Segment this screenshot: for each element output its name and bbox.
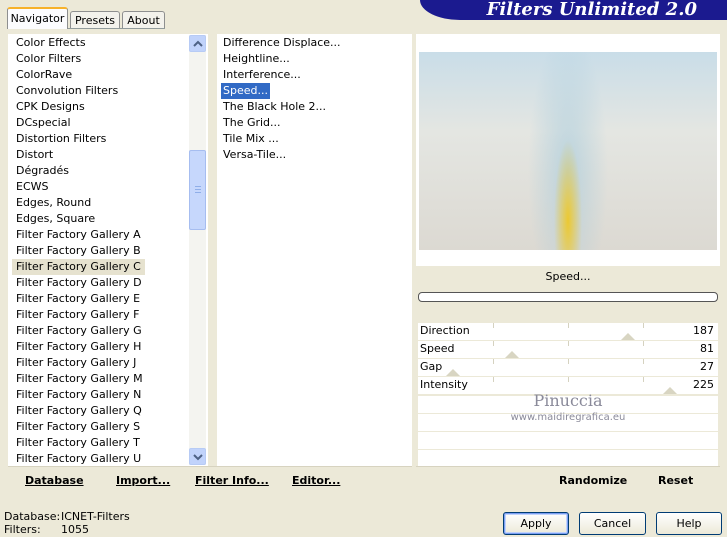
chevron-down-icon: [193, 454, 203, 461]
apply-button[interactable]: Apply: [503, 512, 569, 535]
category-item[interactable]: Filter Factory Gallery H: [16, 339, 141, 355]
watermark-url: www.maidiregrafica.eu: [510, 412, 626, 423]
category-item[interactable]: Color Effects: [16, 35, 86, 51]
filter-item[interactable]: Tile Mix ...: [221, 131, 281, 147]
watermark-name: Pinuccia: [533, 391, 603, 410]
category-item[interactable]: ColorRave: [16, 67, 72, 83]
category-item[interactable]: Distort: [16, 147, 53, 163]
category-item[interactable]: Filter Factory Gallery M: [16, 371, 143, 387]
category-item[interactable]: CPK Designs: [16, 99, 85, 115]
parameter-label: Intensity: [420, 378, 468, 391]
parameter-label: Gap: [420, 360, 443, 373]
filter-item[interactable]: Interference...: [221, 67, 303, 83]
left-button-bar: Database Import... Filter Info... Editor…: [8, 466, 412, 495]
category-item[interactable]: Filter Factory Gallery F: [16, 307, 139, 323]
filter-item[interactable]: Versa-Tile...: [221, 147, 288, 163]
filter-item[interactable]: The Grid...: [221, 115, 283, 131]
status-database: Database: ICNET-Filters: [4, 510, 130, 523]
scroll-up-button[interactable]: [189, 35, 206, 52]
category-item[interactable]: Filter Factory Gallery B: [16, 243, 141, 259]
preview-image: [419, 52, 717, 250]
status-database-label: Database:: [4, 510, 61, 523]
category-item[interactable]: Filter Factory Gallery A: [16, 227, 141, 243]
chevron-up-icon: [193, 40, 203, 47]
editor-button[interactable]: Editor...: [292, 474, 340, 487]
tab-navigator[interactable]: Navigator: [7, 7, 68, 29]
filter-list[interactable]: Difference Displace... Heightline... Inter…: [217, 34, 412, 466]
app-title-banner: Filters Unlimited 2.0: [420, 0, 727, 20]
parameter-value: 225: [693, 378, 714, 391]
category-item[interactable]: Edges, Round: [16, 195, 91, 211]
filter-item[interactable]: Speed...: [221, 83, 270, 99]
tab-presets[interactable]: Presets: [70, 11, 120, 28]
slider-thumb[interactable]: [621, 333, 636, 340]
status-filters-value: 1055: [61, 523, 89, 536]
parameter-label: Speed: [420, 342, 455, 355]
parameter-row[interactable]: Direction 187: [418, 323, 718, 341]
filter-item[interactable]: The Black Hole 2...: [221, 99, 328, 115]
randomize-button[interactable]: Randomize: [559, 474, 627, 487]
filter-info-button[interactable]: Filter Info...: [195, 474, 269, 487]
scroll-down-button[interactable]: [189, 448, 206, 465]
status-filters: Filters: 1055: [4, 523, 89, 536]
category-item[interactable]: Filter Factory Gallery S: [16, 419, 140, 435]
help-button[interactable]: Help: [656, 512, 722, 535]
tab-about[interactable]: About: [122, 11, 165, 28]
parameter-value: 187: [693, 324, 714, 337]
category-list[interactable]: Color Effects Color Filters ColorRave Convo…: [8, 34, 208, 466]
category-item[interactable]: Filter Factory Gallery Q: [16, 403, 142, 419]
scroll-thumb[interactable]: [189, 150, 206, 230]
category-item[interactable]: Filter Factory Gallery N: [16, 387, 141, 403]
category-item[interactable]: Distortion Filters: [16, 131, 106, 147]
right-button-bar: Randomize Reset: [416, 466, 720, 495]
parameter-row[interactable]: Speed 81: [418, 341, 718, 359]
cancel-button[interactable]: Cancel: [579, 512, 646, 535]
category-item[interactable]: Convolution Filters: [16, 83, 118, 99]
category-item[interactable]: Filter Factory Gallery E: [16, 291, 140, 307]
category-item[interactable]: Color Filters: [16, 51, 81, 67]
filter-item[interactable]: Heightline...: [221, 51, 292, 67]
slider-thumb[interactable]: [504, 351, 519, 358]
database-button[interactable]: Database: [25, 474, 84, 487]
filter-item[interactable]: Difference Displace...: [221, 35, 343, 51]
category-scrollbar[interactable]: [189, 35, 206, 465]
status-database-value: ICNET-Filters: [61, 510, 130, 523]
parameter-row[interactable]: Gap 27: [418, 359, 718, 377]
category-item[interactable]: DCspecial: [16, 115, 71, 131]
parameter-value: 27: [700, 360, 714, 373]
category-item[interactable]: Filter Factory Gallery T: [16, 435, 140, 451]
slider-thumb[interactable]: [445, 369, 460, 376]
progress-bar: [418, 292, 718, 302]
category-item[interactable]: ECWS: [16, 179, 49, 195]
category-item[interactable]: Filter Factory Gallery U: [16, 451, 141, 467]
category-item[interactable]: Filter Factory Gallery C: [12, 259, 145, 275]
parameter-value: 81: [700, 342, 714, 355]
category-item[interactable]: Filter Factory Gallery D: [16, 275, 142, 291]
category-item[interactable]: Dégradés: [16, 163, 69, 179]
reset-button[interactable]: Reset: [658, 474, 693, 487]
import-button[interactable]: Import...: [116, 474, 170, 487]
category-item[interactable]: Filter Factory Gallery G: [16, 323, 142, 339]
status-filters-label: Filters:: [4, 523, 41, 536]
parameter-label: Direction: [420, 324, 470, 337]
category-item[interactable]: Filter Factory Gallery J: [16, 355, 136, 371]
preview-filter-name: Speed...: [545, 270, 591, 283]
category-item[interactable]: Edges, Square: [16, 211, 95, 227]
